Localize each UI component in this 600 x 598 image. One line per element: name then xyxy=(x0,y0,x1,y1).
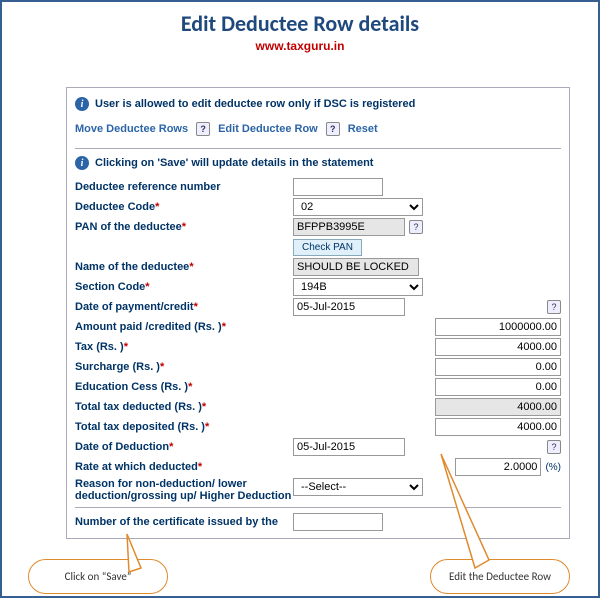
deductee-ref-input[interactable] xyxy=(293,178,383,196)
label-reason: Reason for non-deduction/ lower deductio… xyxy=(75,478,293,502)
help-icon[interactable]: ? xyxy=(547,300,561,314)
label-pan: PAN of the deductee* xyxy=(75,221,293,233)
deductee-code-select[interactable]: 02 xyxy=(293,198,423,216)
separator xyxy=(75,148,561,149)
callout-text: Edit the Deductee Row xyxy=(449,570,551,583)
check-pan-button[interactable]: Check PAN xyxy=(293,239,362,256)
label-section: Section Code* xyxy=(75,281,293,293)
tax-input[interactable] xyxy=(435,338,561,356)
label-tax: Tax (Rs. )* xyxy=(75,341,293,353)
label-amt: Amount paid /credited (Rs. )* xyxy=(75,321,293,333)
label-surcharge: Surcharge (Rs. )* xyxy=(75,361,293,373)
pan-input[interactable] xyxy=(293,218,405,236)
label-name: Name of the deductee* xyxy=(75,261,293,273)
rate-unit: (%) xyxy=(545,462,561,473)
section-code-select[interactable]: 194B xyxy=(293,278,423,296)
page-title: Edit Deductee Row details xyxy=(2,2,598,39)
help-icon[interactable]: ? xyxy=(326,122,340,136)
amount-input[interactable] xyxy=(435,318,561,336)
help-icon[interactable]: ? xyxy=(547,440,561,454)
move-deductee-link[interactable]: Move Deductee Rows xyxy=(75,123,188,135)
site-link[interactable]: www.taxguru.in xyxy=(2,39,598,59)
callout-save: Click on “Save” xyxy=(28,559,168,594)
info-icon: i xyxy=(75,156,89,170)
label-ref: Deductee reference number xyxy=(75,181,293,193)
deductee-name-input xyxy=(293,258,419,276)
label-code: Deductee Code* xyxy=(75,201,293,213)
callout-edit: Edit the Deductee Row xyxy=(430,559,570,594)
total-deposited-input[interactable] xyxy=(435,418,561,436)
help-icon[interactable]: ? xyxy=(409,220,423,234)
cess-input[interactable] xyxy=(435,378,561,396)
reset-link[interactable]: Reset xyxy=(348,123,378,135)
label-cess: Education Cess (Rs. )* xyxy=(75,381,293,393)
deduction-date-input[interactable] xyxy=(293,438,405,456)
payment-date-input[interactable] xyxy=(293,298,405,316)
total-deducted-input xyxy=(435,398,561,416)
help-icon[interactable]: ? xyxy=(196,122,210,136)
action-bar: Move Deductee Rows ? Edit Deductee Row ?… xyxy=(75,114,561,144)
reason-select[interactable]: --Select-- xyxy=(293,478,423,496)
label-dod: Date of Deduction* xyxy=(75,441,293,453)
info-text: Clicking on 'Save' will update details i… xyxy=(95,157,373,169)
label-rate: Rate at which deducted* xyxy=(75,461,293,473)
label-cert: Number of the certificate issued by the xyxy=(75,516,293,528)
info-icon: i xyxy=(75,97,89,111)
label-total-ded: Total tax deducted (Rs. )* xyxy=(75,401,293,413)
info-dsc: i User is allowed to edit deductee row o… xyxy=(75,94,561,114)
certificate-input[interactable] xyxy=(293,513,383,531)
info-text: User is allowed to edit deductee row onl… xyxy=(95,98,415,110)
info-save: i Clicking on 'Save' will update details… xyxy=(75,153,561,173)
label-total-dep: Total tax deposited (Rs. )* xyxy=(75,421,293,433)
surcharge-input[interactable] xyxy=(435,358,561,376)
edit-deductee-link[interactable]: Edit Deductee Row xyxy=(218,123,318,135)
label-dop: Date of payment/credit* xyxy=(75,301,293,313)
